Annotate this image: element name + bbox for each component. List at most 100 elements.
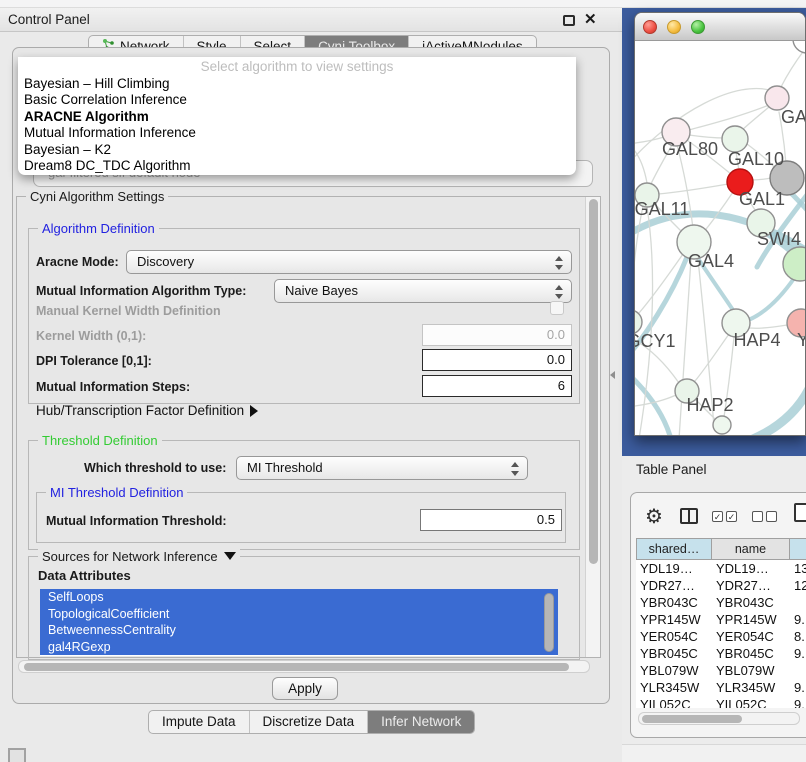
table-cell[interactable]: YBR043C	[712, 594, 790, 611]
deselect-all-icon[interactable]	[752, 511, 763, 522]
table-cell[interactable]: YLR345W	[636, 679, 712, 696]
network-edge[interactable]	[752, 178, 771, 180]
table-row[interactable]: YBR043CYBR043C	[636, 594, 806, 611]
settings-vertical-scrollbar[interactable]	[585, 197, 600, 657]
table-cell[interactable]: YBR045C	[712, 645, 790, 662]
minimize-window-icon[interactable]	[667, 20, 681, 34]
table-cell[interactable]: YIL052C	[712, 696, 790, 708]
network-edge[interactable]	[750, 325, 787, 328]
network-edge[interactable]	[695, 334, 729, 381]
table-cell[interactable]: YPR145W	[712, 611, 790, 628]
mi-steps-field[interactable]: 6	[422, 375, 572, 397]
attribute-item[interactable]: BetweennessCentrality	[40, 622, 558, 639]
algorithm-option[interactable]: Dream8 DC_TDC Algorithm	[18, 158, 576, 174]
tab-infer-network[interactable]: Infer Network	[367, 711, 474, 733]
deselect-all-icon[interactable]	[766, 511, 777, 522]
attributes-scrollbar-thumb[interactable]	[544, 593, 554, 652]
table-body[interactable]: YDL19…YDL19…13YDR27…YDR27…12YBR043CYBR04…	[636, 560, 806, 708]
algorithm-option[interactable]: Basic Correlation Inference	[18, 92, 576, 108]
table-cell[interactable]: YPR145W	[636, 611, 712, 628]
algorithm-option[interactable]: Bayesian – Hill Climbing	[18, 76, 576, 92]
close-icon[interactable]: ✕	[584, 10, 597, 28]
scrollbar-thumb[interactable]	[24, 663, 569, 671]
network-canvas[interactable]: GALGAL80GAL10GAL1GAL11SWI4GAL4GCY1HAP4YH…	[635, 41, 806, 436]
table-cell[interactable]: YDL19…	[712, 560, 790, 577]
select-all-check-icon[interactable]: ✓	[726, 511, 737, 522]
network-view-window[interactable]: GALGAL80GAL10GAL1GAL11SWI4GAL4GCY1HAP4YH…	[634, 12, 806, 436]
table-cell[interactable]: 9.	[790, 611, 806, 628]
dpi-tolerance-field[interactable]: 0.0	[422, 349, 572, 371]
network-edge[interactable]	[781, 49, 805, 87]
table-horizontal-scrollbar[interactable]	[638, 712, 800, 725]
export-table-icon[interactable]	[794, 503, 806, 522]
column-header-partial[interactable]	[790, 538, 806, 560]
table-cell[interactable]: YBL079W	[712, 662, 790, 679]
column-header-name[interactable]: name	[712, 538, 790, 560]
node-bottom-small[interactable]	[713, 416, 731, 434]
table-cell[interactable]: YDR27…	[636, 577, 712, 594]
tab-discretize-data[interactable]: Discretize Data	[249, 711, 368, 733]
kernel-width-field[interactable]: 0.0	[422, 324, 572, 346]
attribute-item[interactable]: gal4RGexp	[40, 639, 558, 656]
table-cell[interactable]: YDR27…	[712, 577, 790, 594]
table-cell[interactable]: YIL052C	[636, 696, 712, 708]
node-top-partial[interactable]	[793, 41, 806, 53]
sources-group-title[interactable]: Sources for Network Inference	[38, 549, 240, 564]
network-edge[interactable]	[658, 184, 728, 194]
mi-type-combo[interactable]: Naive Bayes	[274, 279, 572, 303]
table-cell[interactable]: YBR045C	[636, 645, 712, 662]
table-row[interactable]: YDR27…YDR27…12	[636, 577, 806, 594]
zoom-window-icon[interactable]	[691, 20, 705, 34]
attribute-item[interactable]: SelfLoops	[40, 589, 558, 606]
table-row[interactable]: YIL052CYIL052C9.	[636, 696, 806, 708]
close-window-icon[interactable]	[643, 20, 657, 34]
table-cell[interactable]: 13	[790, 560, 806, 577]
manual-kernel-checkbox[interactable]	[550, 301, 564, 315]
table-cell[interactable]	[790, 662, 806, 679]
gear-icon[interactable]: ⚙	[645, 504, 663, 529]
table-cell[interactable]: YBL079W	[636, 662, 712, 679]
mi-threshold-field[interactable]: 0.5	[420, 509, 562, 531]
table-cell[interactable]: 9.	[790, 679, 806, 696]
network-edge[interactable]	[689, 135, 725, 138]
table-cell[interactable]	[790, 594, 806, 611]
table-cell[interactable]: 9.	[790, 645, 806, 662]
node-green-big[interactable]	[783, 247, 806, 281]
table-cell[interactable]: 12	[790, 577, 806, 594]
which-threshold-combo[interactable]: MI Threshold	[236, 456, 528, 480]
table-cell[interactable]: 9.	[790, 696, 806, 708]
algorithm-option[interactable]: Bayesian – K2	[18, 142, 576, 158]
table-row[interactable]: YDL19…YDL19…13	[636, 560, 806, 577]
hub-section-toggle[interactable]: Hub/Transcription Factor Definition	[36, 403, 258, 418]
data-attributes-list[interactable]: SelfLoopsTopologicalCoefficientBetweenne…	[40, 589, 558, 656]
apply-button[interactable]: Apply	[272, 677, 338, 700]
table-row[interactable]: YBR045CYBR045C9.	[636, 645, 806, 662]
network-window-titlebar[interactable]	[635, 13, 805, 41]
scrollbar-thumb[interactable]	[642, 715, 742, 723]
column-header-shared-name[interactable]: shared…	[636, 538, 712, 560]
table-cell[interactable]: 8.	[790, 628, 806, 645]
network-edge-highlighted[interactable]	[753, 375, 806, 436]
table-cell[interactable]: YDL19…	[636, 560, 712, 577]
split-pane-collapse-icon[interactable]	[610, 371, 615, 379]
network-edge-highlighted[interactable]	[743, 277, 795, 322]
algorithm-option[interactable]: ARACNE Algorithm	[18, 109, 576, 125]
table-cell[interactable]: YER054C	[636, 628, 712, 645]
aracne-mode-combo[interactable]: Discovery	[126, 250, 572, 274]
settings-horizontal-scrollbar[interactable]	[18, 660, 590, 673]
table-row[interactable]: YLR345WYLR345W9.	[636, 679, 806, 696]
corner-grip[interactable]	[8, 748, 26, 762]
network-edge[interactable]	[635, 137, 664, 144]
attribute-item[interactable]: TopologicalCoefficient	[40, 606, 558, 623]
table-row[interactable]: YBL079WYBL079W	[636, 662, 806, 679]
algorithm-option[interactable]: Mutual Information Inference	[18, 125, 576, 141]
network-edge[interactable]	[635, 143, 647, 183]
table-cell[interactable]: YER054C	[712, 628, 790, 645]
table-cell[interactable]: YLR345W	[712, 679, 790, 696]
table-row[interactable]: YER054CYER054C8.	[636, 628, 806, 645]
network-edge[interactable]	[635, 206, 643, 309]
scrollbar-thumb[interactable]	[589, 199, 598, 564]
table-row[interactable]: YPR145WYPR145W9.	[636, 611, 806, 628]
tab-impute-data[interactable]: Impute Data	[149, 711, 249, 733]
table-cell[interactable]: YBR043C	[636, 594, 712, 611]
